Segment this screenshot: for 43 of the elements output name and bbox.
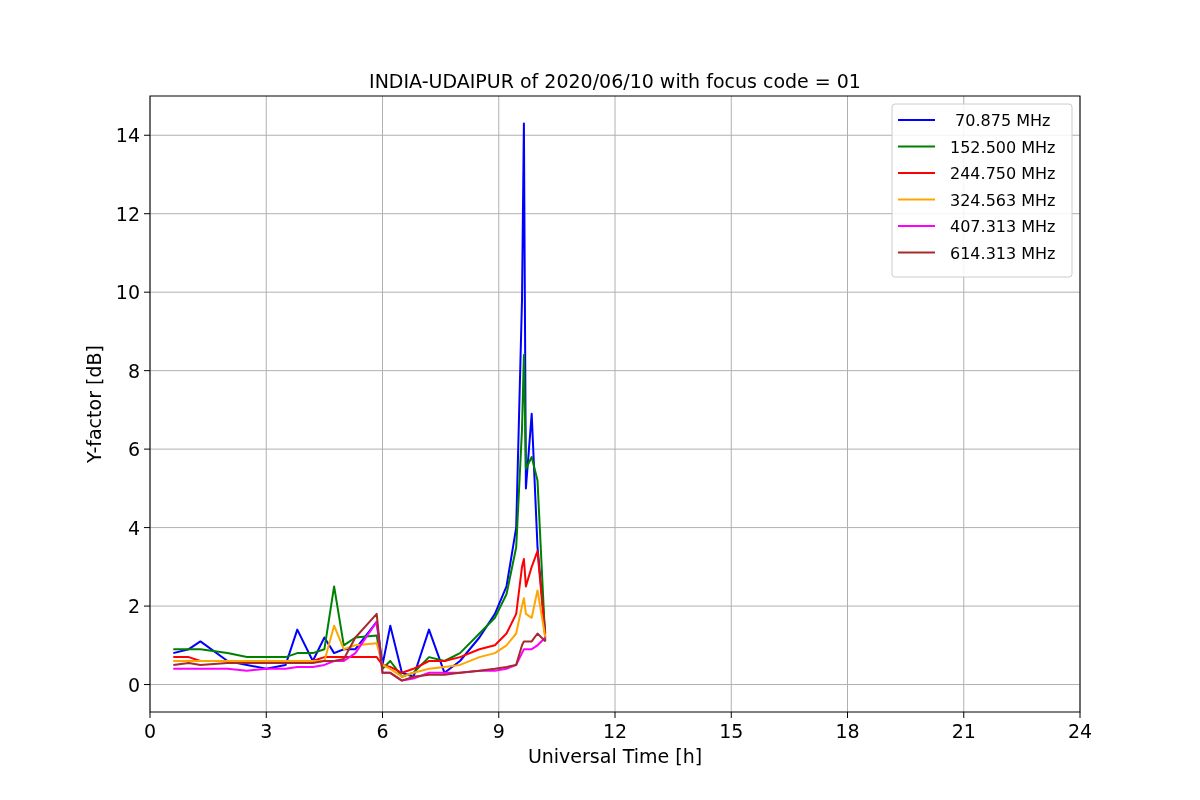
x-tick-label: 0 — [143, 720, 157, 742]
legend-label: 324.563 MHz — [950, 190, 1056, 210]
y-tick-label: 10 — [115, 281, 140, 304]
legend-label: 614.313 MHz — [950, 243, 1056, 263]
y-tick-label: 0 — [127, 673, 140, 696]
legend-label: 152.500 MHz — [950, 137, 1056, 157]
tick-mark — [143, 370, 151, 372]
x-axis-label: Universal Time [h] — [527, 745, 703, 767]
tick-mark — [265, 711, 267, 719]
y-tick-label: 8 — [127, 359, 140, 382]
tick-mark — [143, 605, 151, 607]
tick-mark — [143, 448, 151, 450]
tick-mark — [614, 711, 616, 719]
x-tick-label: 18 — [835, 720, 860, 742]
legend-label: 70.875 MHz — [955, 111, 1051, 130]
tick-mark — [498, 711, 500, 719]
x-tick-label: 9 — [492, 720, 505, 742]
y-axis-label: Y-factor [dB] — [83, 345, 105, 463]
y-tick-label: 2 — [127, 595, 140, 618]
legend-label: 407.313 MHz — [950, 217, 1056, 236]
tick-mark — [730, 711, 732, 719]
tick-mark — [143, 684, 151, 686]
y-tick-label: 6 — [127, 438, 140, 461]
tick-mark — [143, 291, 151, 293]
tick-mark — [143, 527, 151, 529]
y-tick-label: 4 — [127, 516, 140, 539]
tick-mark — [847, 711, 848, 719]
x-tick-label: 15 — [719, 720, 744, 742]
x-tick-label: 12 — [602, 720, 628, 742]
y-tick-label: 12 — [115, 202, 140, 225]
x-tick-label: 3 — [260, 720, 273, 742]
x-tick-label: 21 — [951, 720, 976, 742]
tick-mark — [1079, 711, 1081, 719]
x-tick-label: 6 — [376, 720, 389, 742]
x-tick-label: 24 — [1067, 720, 1093, 742]
legend-label: 244.750 MHz — [950, 164, 1056, 183]
tick-mark — [382, 711, 383, 719]
y-tick-label: 14 — [115, 124, 140, 147]
tick-mark — [963, 711, 965, 719]
tick-mark — [143, 213, 151, 215]
chart-title: INDIA-UDAIPUR of 2020/06/10 with focus code = 01 — [369, 70, 861, 92]
tick-mark — [143, 134, 151, 136]
tick-mark — [149, 711, 151, 719]
